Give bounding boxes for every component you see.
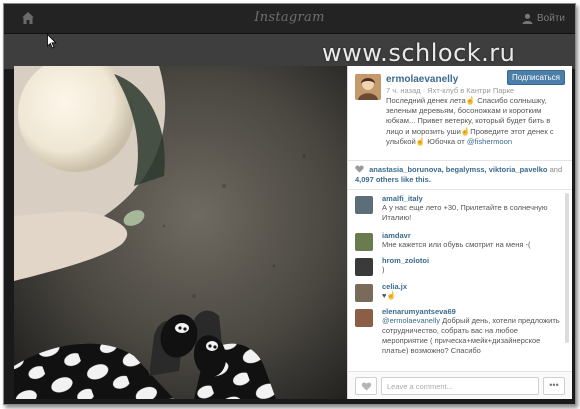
- likes-summary: anastasia_borunova, begalymss, viktoria_…: [348, 160, 572, 188]
- commenter-username[interactable]: elenarumyantseva69: [382, 307, 560, 316]
- follow-button[interactable]: Подписаться: [507, 70, 565, 85]
- login-label: Войти: [537, 13, 565, 24]
- post-location[interactable]: Яхт-клуб в Кантри Парке: [427, 86, 514, 95]
- post-photo[interactable]: [14, 66, 347, 399]
- comment-item: hrom_zolotoi ): [348, 256, 572, 276]
- commenter-username[interactable]: iamdavr: [382, 231, 560, 240]
- commenter-username[interactable]: hrom_zolotoi: [382, 256, 560, 265]
- comment-item: celia.jx ♥☝: [348, 282, 572, 302]
- login-link[interactable]: Войти: [522, 13, 565, 24]
- top-navigation-bar: Instagram Войти: [4, 4, 575, 34]
- post-caption: Последний денек лета☝ Спасибо солнышку, …: [386, 96, 566, 147]
- photo-image: [14, 66, 347, 399]
- comment-text: ♥☝: [382, 291, 396, 300]
- comment-text: @ermolaevanelly Добрый день, хотели пред…: [382, 316, 560, 356]
- commenter-avatar[interactable]: [355, 284, 373, 302]
- commenter-username[interactable]: celia.jx: [382, 282, 560, 291]
- liker-names[interactable]: anastasia_borunova, begalymss, viktoria_…: [369, 165, 547, 174]
- author-avatar[interactable]: [355, 74, 381, 100]
- commenter-avatar[interactable]: [355, 309, 373, 327]
- comment-item: iamdavr Мне кажется или обувь смотрит на…: [348, 231, 572, 251]
- caption-mention[interactable]: @fishermoon: [467, 137, 512, 146]
- comment-input[interactable]: [381, 377, 539, 395]
- comment-item: amalfi_italy А у нас еще лето +30, Приле…: [348, 194, 572, 223]
- comments-list[interactable]: amalfi_italy А у нас еще лето +30, Приле…: [348, 189, 572, 371]
- author-avatar-image: [355, 74, 381, 100]
- comment-text: ): [382, 265, 385, 274]
- post-meta: 7 ч. назад · Яхт-клуб в Кантри Парке: [386, 86, 514, 95]
- comment-item: elenarumyantseva69 @ermolaevanelly Добры…: [348, 307, 572, 356]
- post-time: 7 ч. назад: [386, 86, 421, 95]
- comment-text: А у нас еще лето +30, Прилетайте в солне…: [382, 203, 548, 222]
- author-username[interactable]: ermolaevanelly: [386, 74, 458, 85]
- commenter-avatar[interactable]: [355, 233, 373, 251]
- post-details-panel: ermolaevanelly Подписаться 7 ч. назад · …: [347, 66, 572, 399]
- likes-count[interactable]: 4,097 others like this.: [355, 175, 431, 184]
- meta-separator: ·: [422, 86, 426, 95]
- comment-text: Мне кажется или обувь смотрит на меня -(: [382, 240, 531, 249]
- likes-and: and: [547, 165, 563, 174]
- commenter-username[interactable]: amalfi_italy: [382, 194, 560, 203]
- user-icon: [522, 13, 533, 24]
- commenter-avatar[interactable]: [355, 258, 373, 276]
- browser-window: Instagram Войти www.schlock.ru ermolaeva…: [3, 3, 576, 405]
- heart-icon: [361, 382, 372, 391]
- watermark-text: www.schlock.ru: [322, 39, 516, 67]
- comment-mention[interactable]: @ermolaevanelly: [382, 316, 440, 325]
- more-options-button[interactable]: •••: [543, 377, 565, 395]
- mouse-cursor-icon: [47, 34, 57, 49]
- like-button[interactable]: [355, 377, 377, 395]
- heart-icon: [355, 165, 364, 173]
- commenter-avatar[interactable]: [355, 196, 373, 214]
- post-header: ermolaevanelly Подписаться 7 ч. назад · …: [348, 66, 572, 159]
- comment-composer: •••: [348, 371, 572, 399]
- comments-scrollbar[interactable]: [565, 193, 569, 343]
- instagram-logo[interactable]: Instagram: [4, 10, 575, 25]
